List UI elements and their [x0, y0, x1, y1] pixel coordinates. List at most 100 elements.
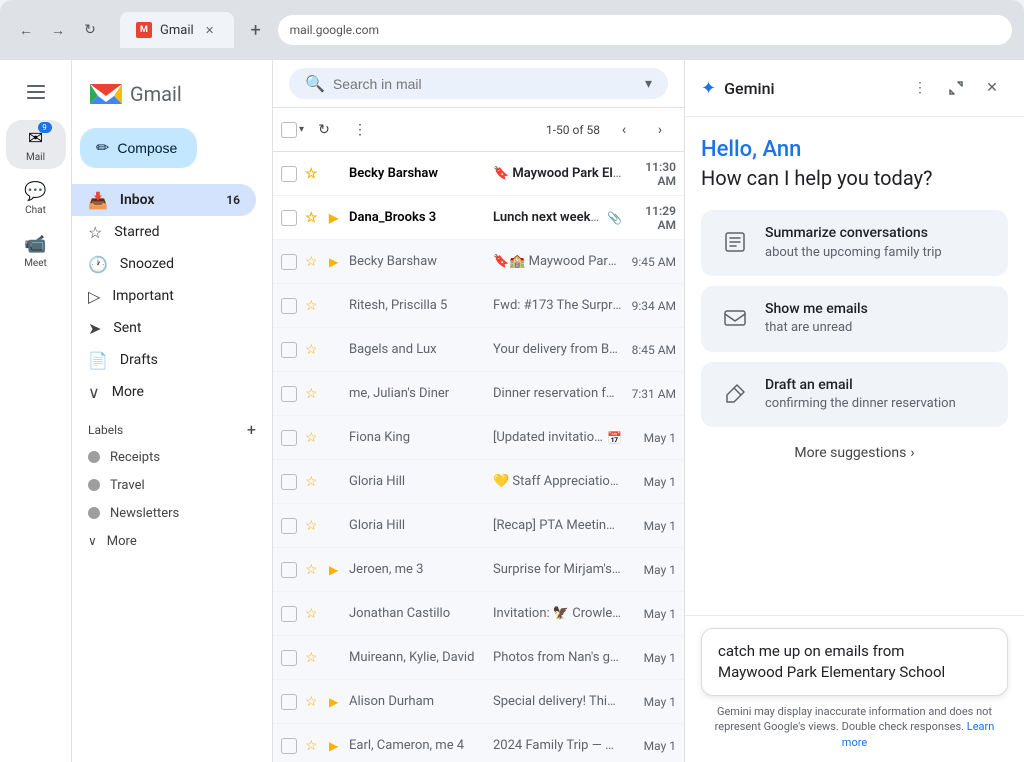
gemini-disclaimer: Gemini may display inaccurate informatio…: [701, 704, 1008, 750]
nav-item-starred[interactable]: ☆ Starred: [72, 216, 256, 248]
next-page-button[interactable]: ›: [644, 114, 676, 146]
email-checkbox[interactable]: [281, 254, 297, 270]
email-checkbox[interactable]: [281, 210, 297, 226]
nav-item-more[interactable]: ∨ More: [72, 376, 256, 408]
star-icon[interactable]: ☆: [305, 650, 325, 666]
hamburger-button[interactable]: [16, 72, 56, 112]
star-icon[interactable]: ☆: [305, 474, 325, 490]
star-icon[interactable]: ☆: [305, 166, 325, 182]
star-icon[interactable]: ☆: [305, 562, 325, 578]
sidebar-item-meet[interactable]: 📹 Meet: [6, 226, 66, 275]
nav-item-important[interactable]: ▷ Important: [72, 280, 256, 312]
star-icon[interactable]: ☆: [305, 386, 325, 402]
gemini-greeting: Hello, Ann: [701, 137, 1008, 162]
draft-icon: [717, 376, 753, 412]
star-icon[interactable]: ☆: [305, 342, 325, 358]
table-row[interactable]: ☆ ▶ Alison Durham Special delivery! This…: [273, 680, 684, 724]
star-icon[interactable]: ☆: [305, 518, 325, 534]
table-row[interactable]: ☆ Gloria Hill [Recap] PTA Meeting: May 1…: [273, 504, 684, 548]
prev-page-button[interactable]: ‹: [608, 114, 640, 146]
star-icon[interactable]: ☆: [305, 606, 325, 622]
email-checkbox[interactable]: [281, 386, 297, 402]
table-row[interactable]: ☆ ▶ Earl, Cameron, me 4 2024 Family Trip…: [273, 724, 684, 762]
nav-item-sent[interactable]: ➤ Sent: [72, 312, 256, 344]
back-button[interactable]: ←: [12, 16, 40, 44]
star-icon[interactable]: ☆: [305, 298, 325, 314]
newsletters-label: Newsletters: [110, 506, 179, 521]
email-time: 11:29 AM: [626, 204, 676, 232]
sidebar-item-chat[interactable]: 💬 Chat: [6, 173, 66, 222]
nav-item-snoozed[interactable]: 🕐 Snoozed: [72, 248, 256, 280]
refresh-emails-button[interactable]: ↻: [308, 114, 340, 146]
table-row[interactable]: ☆ Muireann, Kylie, David Photos from Nan…: [273, 636, 684, 680]
star-icon[interactable]: ☆: [305, 254, 325, 270]
more-suggestions-label: More suggestions: [794, 445, 906, 461]
email-subject: Photos from Nan's graduation — Thes...: [493, 650, 622, 665]
email-subject: Invitation: 🦅 Crowley x Gray Play date..…: [493, 606, 622, 621]
browser-tab[interactable]: M Gmail ✕: [120, 12, 234, 48]
email-checkbox[interactable]: [281, 650, 297, 666]
search-bar[interactable]: 🔍 ▾: [289, 68, 668, 99]
gemini-header-buttons: ⋮ ✕: [904, 72, 1008, 104]
email-checkbox[interactable]: [281, 166, 297, 182]
email-checkbox[interactable]: [281, 298, 297, 314]
select-chevron[interactable]: ▾: [299, 124, 304, 135]
summarize-text: Summarize conversations about the upcomi…: [765, 224, 992, 262]
suggestion-draft[interactable]: Draft an email confirming the dinner res…: [701, 362, 1008, 428]
gemini-expand-button[interactable]: [940, 72, 972, 104]
email-checkbox[interactable]: [281, 430, 297, 446]
star-icon[interactable]: ☆: [305, 694, 325, 710]
select-all-area[interactable]: ▾: [281, 122, 304, 138]
label-newsletters[interactable]: Newsletters: [72, 499, 256, 527]
unread-main: Show me emails: [765, 300, 992, 320]
gemini-close-button[interactable]: ✕: [976, 72, 1008, 104]
email-checkbox[interactable]: [281, 738, 297, 754]
email-checkbox[interactable]: [281, 694, 297, 710]
label-receipts[interactable]: Receipts: [72, 443, 256, 471]
email-time: May 1: [626, 739, 676, 753]
gmail-logo-text: Gmail: [130, 82, 182, 106]
table-row[interactable]: ☆ Bagels and Lux Your delivery from Bage…: [273, 328, 684, 372]
table-row[interactable]: ☆ ▶ Becky Barshaw 🔖🏫 Maywood Park Elemen…: [273, 240, 684, 284]
email-checkbox[interactable]: [281, 606, 297, 622]
new-tab-button[interactable]: +: [242, 16, 270, 44]
select-all-checkbox[interactable]: [281, 122, 297, 138]
email-checkbox[interactable]: [281, 518, 297, 534]
address-bar[interactable]: mail.google.com: [278, 15, 1012, 45]
star-icon[interactable]: ☆: [305, 210, 325, 226]
star-icon[interactable]: ☆: [305, 430, 325, 446]
label-travel[interactable]: Travel: [72, 471, 256, 499]
table-row[interactable]: ☆ Fiona King [Updated invitation] Summer…: [273, 416, 684, 460]
sidebar-item-mail[interactable]: ✉ 9 Mail: [6, 120, 66, 169]
email-checkbox[interactable]: [281, 474, 297, 490]
suggestion-unread[interactable]: Show me emails that are unread: [701, 286, 1008, 352]
table-row[interactable]: ☆ ▶ Jeroen, me 3 Surprise for Mirjam's B…: [273, 548, 684, 592]
nav-item-drafts[interactable]: 📄 Drafts: [72, 344, 256, 376]
suggestion-summarize[interactable]: Summarize conversations about the upcomi…: [701, 210, 1008, 276]
gemini-input-area[interactable]: catch me up on emails fromMaywood Park E…: [701, 628, 1008, 696]
compose-button[interactable]: ✏ Compose: [80, 128, 197, 168]
forward-button[interactable]: →: [44, 16, 72, 44]
email-checkbox[interactable]: [281, 562, 297, 578]
more-suggestions-button[interactable]: More suggestions ›: [701, 437, 1008, 469]
add-label-button[interactable]: +: [247, 420, 256, 439]
email-checkbox[interactable]: [281, 342, 297, 358]
nav-item-inbox[interactable]: 📥 Inbox 16: [72, 184, 256, 216]
table-row[interactable]: ☆ ▶ Dana_Brooks 3 Lunch next week? — Tha…: [273, 196, 684, 240]
tab-favicon: M: [136, 22, 152, 38]
refresh-button[interactable]: ↻: [76, 16, 104, 44]
star-icon[interactable]: ☆: [305, 738, 325, 754]
tab-close-button[interactable]: ✕: [202, 22, 218, 38]
table-row[interactable]: ☆ Jonathan Castillo Invitation: 🦅 Crowle…: [273, 592, 684, 636]
table-row[interactable]: ☆ me, Julian's Diner Dinner reservation …: [273, 372, 684, 416]
starred-label: Starred: [114, 224, 159, 240]
gemini-more-button[interactable]: ⋮: [904, 72, 936, 104]
search-input[interactable]: [333, 76, 637, 92]
label-more[interactable]: ∨ More: [72, 527, 256, 555]
table-row[interactable]: ☆ Becky Barshaw 🔖 Maywood Park Elementar…: [273, 152, 684, 196]
table-row[interactable]: ☆ Ritesh, Priscilla 5 Fwd: #173 The Surp…: [273, 284, 684, 328]
table-row[interactable]: ☆ Gloria Hill 💛 Staff Appreciation Week …: [273, 460, 684, 504]
search-filter-icon[interactable]: ▾: [645, 76, 652, 92]
more-options-button[interactable]: ⋮: [344, 114, 376, 146]
email-sender: Jeroen, me 3: [349, 562, 489, 577]
